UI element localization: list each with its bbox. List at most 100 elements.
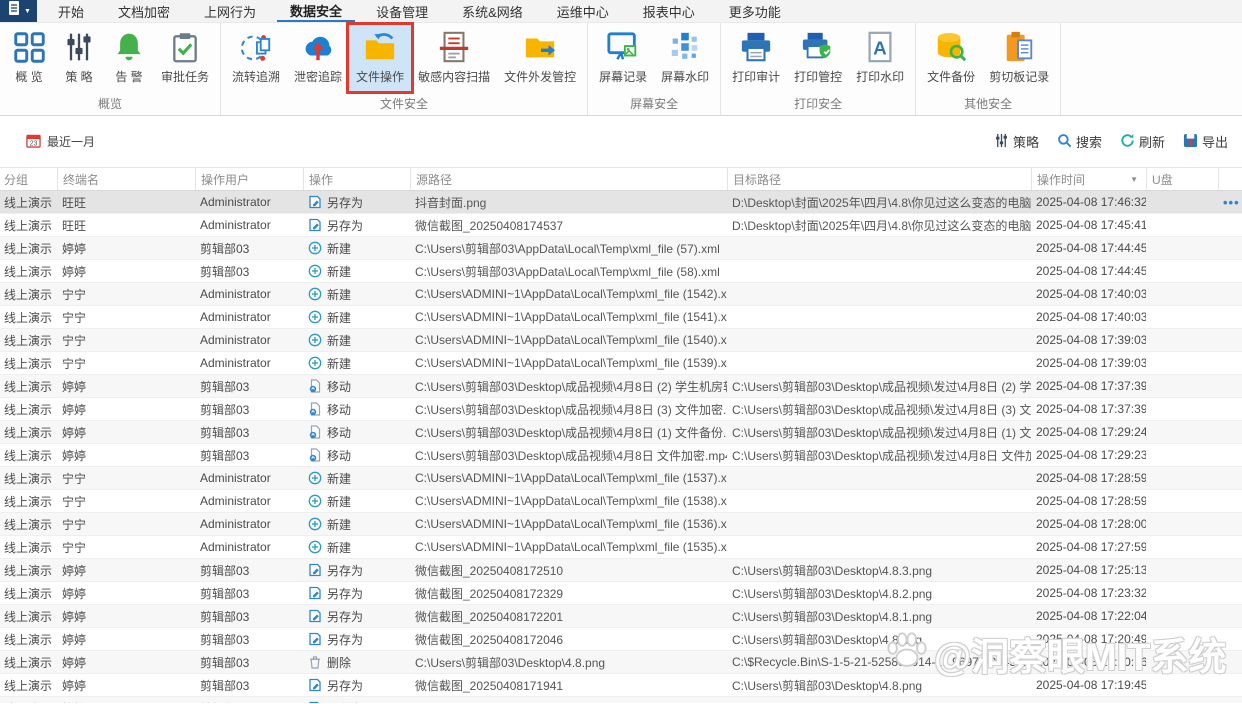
- new-icon: [308, 333, 322, 347]
- table-row[interactable]: 线上演示 婷婷 剪辑部03 另存为 微信截图_20250408171941 C:\User…: [0, 674, 1242, 697]
- table-row[interactable]: 线上演示 宁宁 Administrator 新建 C:\Users\ADMINI~1\A…: [0, 513, 1242, 536]
- cell-target-path: [727, 697, 1031, 703]
- column-header-8[interactable]: [1218, 168, 1242, 190]
- cell-usb: [1146, 398, 1218, 420]
- ribbon-item-screen-record[interactable]: 屏幕记录: [592, 25, 654, 91]
- tab-6[interactable]: 运维中心: [544, 0, 622, 22]
- table-row[interactable]: 线上演示 宁宁 Administrator 新建 C:\Users\ADMINI~1\A…: [0, 352, 1242, 375]
- operation-label: 另存为: [327, 700, 363, 704]
- cell-user: Administrator: [200, 195, 271, 209]
- cell-operation-time: 2025-04-08 17:22:04: [1036, 609, 1146, 623]
- toolbar-export-button[interactable]: 导出: [1183, 132, 1228, 151]
- ribbon-item-print-watermark[interactable]: A 打印水印: [849, 25, 911, 91]
- cell-source-path: [410, 697, 727, 703]
- tab-8[interactable]: 更多功能: [716, 0, 794, 22]
- table-row[interactable]: 线上演示 宁宁 Administrator 新建 C:\Users\ADMINI~1\A…: [0, 306, 1242, 329]
- tab-0[interactable]: 开始: [45, 0, 97, 22]
- refresh-icon: [1120, 133, 1135, 151]
- column-header-2[interactable]: 操作用户: [195, 168, 303, 190]
- table-row[interactable]: 线上演示 宁宁 Administrator 新建 C:\Users\ADMINI~1\A…: [0, 490, 1242, 513]
- cell-target-path: [727, 283, 1031, 305]
- app-menu-button[interactable]: ▼: [0, 0, 37, 22]
- cell-operation-time: 2025-04-08 17:40:03: [1036, 287, 1146, 301]
- table-row[interactable]: 线上演示 婷婷 剪辑部03 新建 C:\Users\剪辑部03\AppData\Loca…: [0, 237, 1242, 260]
- table-row[interactable]: 线上演示 旺旺 Administrator 另存为 微信截图_2025040817453…: [0, 214, 1242, 237]
- table-row[interactable]: 线上演示 婷婷 剪辑部03 新建 C:\Users\剪辑部03\AppData\Loca…: [0, 260, 1242, 283]
- ribbon-item-overview-grid[interactable]: 概 览: [4, 25, 54, 91]
- ribbon-item-alert-bell[interactable]: 告 警: [104, 25, 154, 91]
- table-row[interactable]: 线上演示 宁宁 Administrator 新建 C:\Users\ADMINI~1\A…: [0, 283, 1242, 306]
- toolbar-search-button[interactable]: 搜索: [1057, 132, 1102, 151]
- cell-source-path: 微信截图_20250408174537: [415, 218, 564, 233]
- ribbon-item-leak-tracking[interactable]: 泄密追踪: [287, 25, 349, 91]
- ribbon-item-label: 文件备份: [927, 70, 976, 84]
- toolbar-refresh-button[interactable]: 刷新: [1120, 132, 1165, 151]
- column-header-7[interactable]: U盘: [1146, 168, 1218, 190]
- date-range-filter[interactable]: 23 最近一月: [26, 133, 95, 151]
- tab-4[interactable]: 设备管理: [363, 0, 441, 22]
- table-row[interactable]: 线上演示 婷婷 剪辑部03 另存为 微信截图_20250408172046 C:\User…: [0, 628, 1242, 651]
- cell-usb: [1146, 260, 1218, 282]
- cell-target-path: C:\Users\剪辑部03\Desktop\4.8.png: [732, 678, 923, 693]
- tab-2[interactable]: 上网行为: [191, 0, 269, 22]
- ribbon-item-file-backup[interactable]: 文件备份: [920, 25, 982, 91]
- table-row[interactable]: 线上演示 宁宁 Administrator 新建 C:\Users\ADMINI~1\A…: [0, 467, 1242, 490]
- column-header-1[interactable]: 终端名: [57, 168, 195, 190]
- table-row[interactable]: 线上演示 婷婷 剪辑部03 移动 C:\Users\剪辑部03\Desktop\成品视频…: [0, 444, 1242, 467]
- ribbon-item-print-audit[interactable]: 打印审计: [725, 25, 787, 91]
- column-header-4[interactable]: 源路径: [410, 168, 727, 190]
- file-outgoing-icon: [522, 28, 558, 66]
- cell-group: 线上演示: [4, 678, 53, 693]
- cell-terminal: 婷婷: [62, 563, 87, 578]
- column-header-6[interactable]: 操作时间 ▼: [1031, 168, 1146, 190]
- ribbon-group-4: 文件备份 剪切板记录 其他安全: [916, 23, 1062, 115]
- cell-operation-time: 2025-04-08 17:28:59: [1036, 471, 1146, 485]
- cell-usb: [1146, 375, 1218, 397]
- table-row[interactable]: 线上演示 婷婷 剪辑部03 另存为 微信截图_20250408172510 C:\User…: [0, 559, 1242, 582]
- cell-group: 线上演示: [4, 586, 53, 601]
- table-row[interactable]: 线上演示 旺旺 Administrator 另存为 抖音封面.png D:\Desktop…: [0, 191, 1242, 214]
- column-header-3[interactable]: 操作: [303, 168, 410, 190]
- cell-source-path: 抖音封面.png: [415, 195, 487, 210]
- toolbar-button-label: 刷新: [1138, 135, 1165, 150]
- ribbon-item-circulation-trace[interactable]: 流转追溯: [225, 25, 287, 91]
- cell-user: 剪辑部03: [200, 655, 250, 670]
- row-actions-menu-icon[interactable]: •••: [1223, 195, 1240, 210]
- ribbon-item-print-control[interactable]: 打印管控: [787, 25, 849, 91]
- cell-operation-time: 2025-04-08 17:20:16: [1036, 655, 1146, 669]
- table-row[interactable]: 线上演示 婷婷 剪辑部03 另存为 微信截图_20250408172329 C:\User…: [0, 582, 1242, 605]
- ribbon-item-file-outgoing[interactable]: 文件外发管控: [497, 25, 583, 91]
- cell-target-path: C:\Users\剪辑部03\Desktop\成品视频\发过\4月8日 (2) …: [732, 379, 1031, 394]
- tab-7[interactable]: 报表中心: [630, 0, 708, 22]
- cell-usb: [1146, 559, 1218, 581]
- ribbon-item-screen-watermark[interactable]: 屏幕水印: [654, 25, 716, 91]
- column-header-0[interactable]: 分组: [0, 168, 57, 190]
- operation-label: 新建: [327, 471, 352, 486]
- table-row[interactable]: 线上演示 宁宁 Administrator 新建 C:\Users\ADMINI~1\A…: [0, 329, 1242, 352]
- table-row[interactable]: 线上演示 婷婷 剪辑部03 删除 C:\Users\剪辑部03\Desktop\4.8.…: [0, 651, 1242, 674]
- tab-5[interactable]: 系统&网络: [449, 0, 536, 22]
- cell-user: 剪辑部03: [200, 632, 250, 647]
- tab-1[interactable]: 文档加密: [105, 0, 183, 22]
- table-row[interactable]: 线上演示 婷婷 剪辑部03 另存为 微信截图_20250408172201 C:\User…: [0, 605, 1242, 628]
- cell-target-path: [727, 536, 1031, 558]
- ribbon-item-file-operation[interactable]: 文件操作: [346, 22, 415, 94]
- ribbon-item-approval-tasks[interactable]: 审批任务: [154, 25, 216, 91]
- tab-3[interactable]: 数据安全: [277, 0, 356, 22]
- table-row[interactable]: 线上演示 宁宁 Administrator 新建 C:\Users\ADMINI~1\A…: [0, 536, 1242, 559]
- cell-user: 剪辑部03: [200, 586, 250, 601]
- sort-dropdown-icon[interactable]: ▼: [1130, 175, 1138, 184]
- column-header-5[interactable]: 目标路径: [727, 168, 1031, 190]
- cell-group: 线上演示: [4, 563, 53, 578]
- policy-sliders-icon: [61, 28, 97, 66]
- ribbon-group-items: 流转追溯 泄密追踪 文件操作 敏感内容扫描 文件外发管控: [225, 22, 583, 94]
- ribbon-item-sensitive-scan[interactable]: 敏感内容扫描: [411, 25, 497, 91]
- table-row[interactable]: 线上演示 婷婷 剪辑部03 移动 C:\Users\剪辑部03\Desktop\成品视频…: [0, 398, 1242, 421]
- table-row[interactable]: 线上演示 婷婷 剪辑部03 移动 C:\Users\剪辑部03\Desktop\成品视频…: [0, 421, 1242, 444]
- table-row[interactable]: 线上演示婷婷剪辑部03 另存为: [0, 697, 1242, 703]
- ribbon-item-policy-sliders[interactable]: 策 略: [54, 25, 104, 91]
- toolbar-policy-small-button[interactable]: 策略: [994, 132, 1039, 151]
- cell-target-path: [727, 490, 1031, 512]
- table-row[interactable]: 线上演示 婷婷 剪辑部03 移动 C:\Users\剪辑部03\Desktop\成品视频…: [0, 375, 1242, 398]
- ribbon-item-clipboard-record[interactable]: 剪切板记录: [982, 25, 1056, 91]
